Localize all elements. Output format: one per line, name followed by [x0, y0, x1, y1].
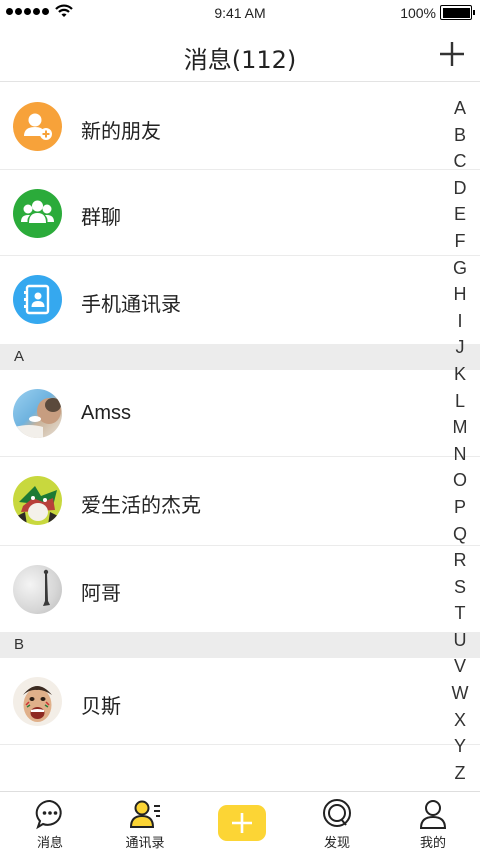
discover-icon [323, 799, 351, 827]
contact-name: 阿哥 [81, 581, 121, 605]
index-letter[interactable]: D [450, 175, 470, 202]
index-letter[interactable]: H [450, 281, 470, 308]
contact-name: Amss [81, 402, 131, 424]
contact-row[interactable]: 贝斯 [0, 658, 480, 745]
index-letter[interactable]: R [450, 547, 470, 574]
contact-name: 贝斯 [81, 694, 121, 718]
index-letter[interactable]: T [450, 600, 470, 627]
tab-bar: 消息 通讯录 发现 我的 [0, 791, 480, 854]
group-chat-row[interactable]: 群聊 [0, 170, 480, 256]
tab-label: 发现 [323, 836, 350, 851]
alphabet-index: A B C D E F G H I J K L M N O P Q R S T … [450, 95, 470, 786]
contacts-icon [129, 800, 160, 828]
avatar [13, 677, 62, 726]
tab-profile[interactable]: 我的 [385, 798, 480, 851]
index-letter[interactable]: E [450, 201, 470, 228]
section-header-a: A [0, 344, 480, 370]
nav-bar: 消息(112) [0, 26, 480, 82]
battery-icon [440, 5, 475, 20]
index-letter[interactable]: B [450, 122, 470, 149]
index-letter[interactable]: Q [450, 521, 470, 548]
index-letter[interactable]: C [450, 148, 470, 175]
index-letter[interactable]: N [450, 441, 470, 468]
profile-icon [419, 800, 447, 829]
contact-name: 爱生活的杰克 [81, 493, 201, 517]
add-icon[interactable] [438, 40, 466, 68]
battery-percent: 100% [400, 5, 436, 21]
new-friend-icon [13, 102, 62, 151]
contact-row[interactable]: 爱生活的杰克 [0, 457, 480, 546]
page-title: 消息(112) [183, 46, 297, 74]
section-header-b: B [0, 632, 480, 658]
index-letter[interactable]: S [450, 574, 470, 601]
plus-icon [232, 813, 252, 833]
index-letter[interactable]: Y [450, 733, 470, 760]
tab-label: 消息 [36, 836, 63, 851]
new-friends-row[interactable]: 新的朋友 [0, 82, 480, 170]
index-letter[interactable]: J [450, 334, 470, 361]
index-letter[interactable]: F [450, 228, 470, 255]
tab-label: 通讯录 [125, 836, 165, 851]
tab-label: 我的 [419, 836, 446, 851]
index-letter[interactable]: K [450, 361, 470, 388]
phone-contacts-row[interactable]: 手机通讯录 [0, 256, 480, 344]
index-letter[interactable]: P [450, 494, 470, 521]
index-letter[interactable]: W [450, 680, 470, 707]
index-letter[interactable]: V [450, 653, 470, 680]
tab-contacts[interactable]: 通讯录 [97, 798, 193, 851]
contact-list: 新的朋友 群聊 手机通讯录 A Amss 爱生活的杰克 阿哥 B 贝斯 [0, 82, 480, 745]
index-letter[interactable]: X [450, 707, 470, 734]
new-friends-label: 新的朋友 [81, 119, 161, 143]
avatar [13, 565, 62, 614]
index-letter[interactable]: Z [450, 760, 470, 787]
center-add-button[interactable] [218, 805, 266, 841]
index-letter[interactable]: U [450, 627, 470, 654]
avatar [13, 389, 62, 438]
group-chat-icon [13, 189, 62, 238]
index-letter[interactable]: A [450, 95, 470, 122]
group-chat-label: 群聊 [81, 205, 121, 229]
message-icon [35, 799, 62, 830]
tab-discover[interactable]: 发现 [289, 798, 385, 851]
phone-contacts-icon [13, 275, 62, 324]
index-letter[interactable]: M [450, 414, 470, 441]
index-letter[interactable]: O [450, 467, 470, 494]
contact-row[interactable]: Amss [0, 370, 480, 457]
avatar [13, 476, 62, 525]
index-letter[interactable]: I [450, 308, 470, 335]
status-bar: 9:41 AM 100% [0, 0, 480, 26]
contact-row[interactable]: 阿哥 [0, 546, 480, 632]
index-letter[interactable]: G [450, 255, 470, 282]
tab-messages[interactable]: 消息 [2, 798, 98, 851]
index-letter[interactable]: L [450, 388, 470, 415]
phone-contacts-label: 手机通讯录 [81, 292, 181, 316]
